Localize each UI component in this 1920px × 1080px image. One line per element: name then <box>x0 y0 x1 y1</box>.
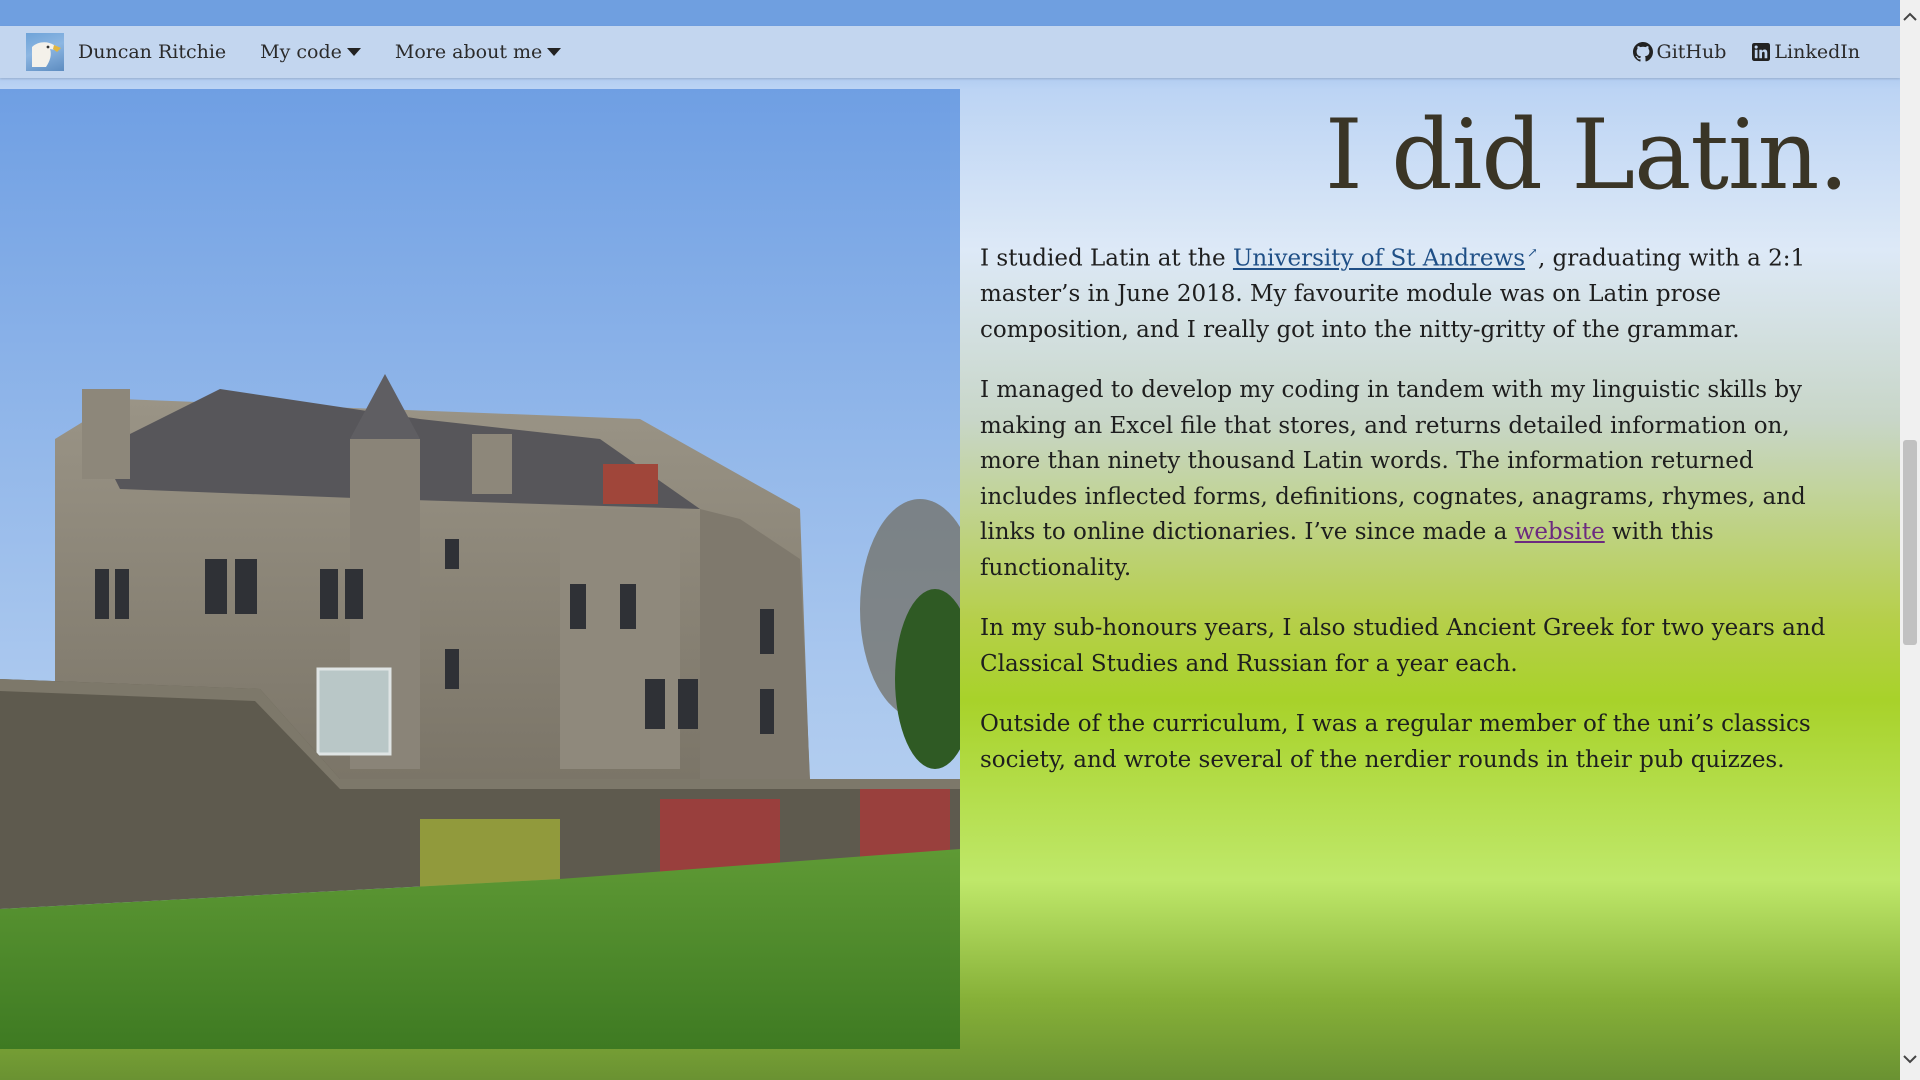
github-label: GitHub <box>1656 41 1727 63</box>
scrollbar-thumb[interactable] <box>1903 440 1917 645</box>
navbar: Duncan Ritchie My code More about me Git… <box>0 26 1900 78</box>
page-heading: I did Latin. <box>1324 99 1849 211</box>
github-icon <box>1632 42 1653 62</box>
website-link[interactable]: website <box>1515 519 1605 545</box>
linkedin-label: LinkedIn <box>1774 41 1860 63</box>
paragraph-university: I studied Latin at the University of St … <box>980 236 1850 348</box>
p1-text-before: I studied Latin at the <box>980 245 1233 272</box>
caret-down-icon <box>547 48 562 56</box>
paragraph-classics-society: Outside of the curriculum, I was a regul… <box>980 711 1811 773</box>
site-name-link[interactable]: Duncan Ritchie <box>78 41 226 63</box>
github-link[interactable]: GitHub <box>1632 41 1727 63</box>
paragraph-coding: I managed to develop my coding in tandem… <box>980 373 1850 586</box>
external-link-icon: ↗ <box>1527 246 1538 261</box>
scroll-down-arrow-icon[interactable] <box>1900 1048 1920 1070</box>
logo-eagle-icon[interactable] <box>26 33 64 71</box>
more-about-me-menu[interactable]: More about me <box>394 41 562 63</box>
linkedin-link[interactable]: LinkedIn <box>1752 41 1860 63</box>
scroll-up-arrow-icon[interactable] <box>1900 6 1920 28</box>
paragraph-sub-honours: In my sub-honours years, I also studied … <box>980 615 1826 677</box>
main-content: I did Latin. I studied Latin at the Univ… <box>980 90 1850 803</box>
more-about-me-label: More about me <box>394 41 543 63</box>
vertical-scrollbar[interactable] <box>1900 0 1920 1080</box>
university-link[interactable]: University of St Andrews <box>1233 246 1525 272</box>
my-code-menu[interactable]: My code <box>260 41 361 63</box>
linkedin-icon <box>1752 43 1771 61</box>
top-strip <box>0 0 1900 26</box>
st-andrews-building-photo <box>0 89 960 1049</box>
my-code-label: My code <box>260 41 342 63</box>
caret-down-icon <box>346 48 361 56</box>
